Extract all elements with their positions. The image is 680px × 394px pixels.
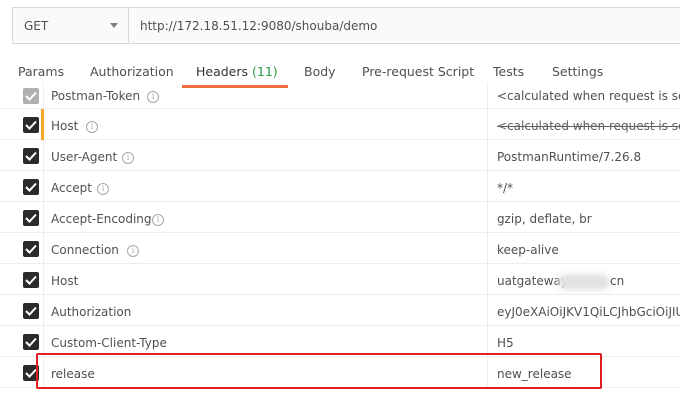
key-cell: Connection i [44,233,488,263]
header-key: Custom-Client-Type [51,336,167,350]
header-row: Host uatgateway cn [0,264,680,295]
tab-headers[interactable]: Headers (11) [196,64,278,79]
tab-authorization[interactable]: Authorization [90,64,174,79]
header-value: gzip, deflate, br [497,212,592,226]
request-url-bar: GET http://172.18.51.12:9080/shouba/demo [12,7,680,44]
header-row: Authorization eyJ0eXAiOiJKV1QiLCJhbGciOi… [0,295,680,326]
tab-params[interactable]: Params [18,64,64,79]
tab-label: Settings [552,64,604,79]
tab-pre-request-script[interactable]: Pre-request Script [362,64,474,79]
key-cell: Accept i [44,171,488,201]
key-cell: Custom-Client-Type [44,326,488,356]
method-select[interactable]: GET [13,8,129,43]
header-value: <calculated when request is sent> [497,119,680,133]
checkbox-cell [0,109,44,139]
checkbox-icon[interactable] [23,241,39,257]
header-row: Accept i */* [0,171,680,202]
key-cell: Host [44,264,488,294]
key-cell: Authorization [44,295,488,325]
tab-label: Pre-request Script [362,64,475,79]
highlight-annotation-box [36,353,602,389]
header-value: H5 [497,336,514,350]
checkbox-icon[interactable] [23,179,39,195]
info-icon[interactable]: i [97,183,109,195]
method-label: GET [24,18,49,33]
header-row: Accept-Encoding i gzip, deflate, br [0,202,680,233]
checkbox-icon[interactable] [23,272,39,288]
info-icon[interactable]: i [127,245,139,257]
tab-body[interactable]: Body [304,64,336,79]
header-value-tail: cn [610,274,625,288]
headers-count-badge: (11) [252,64,278,79]
url-input[interactable]: http://172.18.51.12:9080/shouba/demo [129,8,680,43]
checkbox-icon[interactable] [23,303,39,319]
url-text: http://172.18.51.12:9080/shouba/demo [140,18,378,33]
header-row: Postman-Token i <calculated when request… [0,82,680,109]
tab-label: Body [304,64,336,79]
key-cell: Accept-Encoding i [44,202,488,232]
header-row: User-Agent i PostmanRuntime/7.26.8 [0,140,680,171]
header-value: eyJ0eXAiOiJKV1QiLCJhbGciOiJIUzI1NiJ9 [497,305,680,319]
tab-label: Params [18,64,65,79]
key-cell: Host i [44,109,488,139]
checkbox-icon[interactable] [23,88,39,104]
header-key: Host [51,119,79,133]
info-icon[interactable]: i [152,214,164,226]
header-key: Connection [51,243,119,257]
key-cell: Postman-Token i [44,82,488,108]
checkbox-cell [0,82,44,108]
header-key: Postman-Token [51,89,141,103]
header-value: keep-alive [497,243,559,257]
checkbox-icon[interactable] [23,148,39,164]
key-cell: User-Agent i [44,140,488,170]
info-icon[interactable]: i [122,152,134,164]
checkbox-icon[interactable] [23,334,39,350]
info-icon[interactable]: i [86,121,98,133]
chevron-down-icon [110,23,118,28]
header-value: */* [497,181,514,195]
tab-label: Headers [196,64,249,79]
header-key: Host [51,274,79,288]
checkbox-cell [0,140,44,170]
checkbox-cell [0,202,44,232]
checkbox-icon[interactable] [23,210,39,226]
tab-label: Authorization [90,64,174,79]
header-key: User-Agent [51,150,118,164]
tab-tests[interactable]: Tests [493,64,524,79]
header-row: Connection i keep-alive [0,233,680,264]
header-value: PostmanRuntime/7.26.8 [497,150,642,164]
redacted-blur [558,274,610,290]
header-key: Authorization [51,305,132,319]
header-key: Accept-Encoding [51,212,152,226]
checkbox-cell [0,295,44,325]
header-value: <calculated when request is sent> [497,89,680,103]
checkbox-icon[interactable] [23,117,39,133]
checkbox-cell [0,326,44,356]
checkbox-cell [0,264,44,294]
tab-settings[interactable]: Settings [552,64,603,79]
header-key: Accept [51,181,92,195]
info-icon[interactable]: i [147,91,159,103]
tab-label: Tests [493,64,525,79]
header-row: Host i <calculated when request is sent> [0,109,680,140]
checkbox-cell [0,233,44,263]
checkbox-cell [0,171,44,201]
